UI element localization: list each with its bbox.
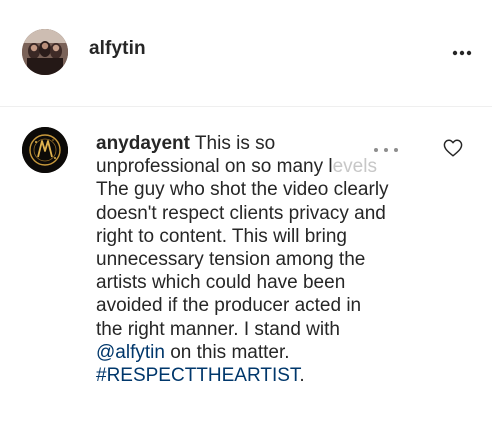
dot bbox=[394, 148, 398, 152]
comment-line-11: #RESPECTTHEARTIST. bbox=[96, 364, 432, 387]
comment-line-10: @alfytin on this matter. bbox=[96, 341, 432, 364]
instagram-post-frame: alfytin anydayent This is so unprofessio… bbox=[0, 0, 492, 424]
dot bbox=[384, 148, 388, 152]
comment-line-5: right to content. This will bring bbox=[96, 225, 347, 247]
comment-line-6: unnecessary tension among the bbox=[96, 249, 366, 271]
comment-line-3: The guy who shot the video clearly bbox=[96, 179, 389, 201]
author-avatar[interactable] bbox=[22, 29, 68, 75]
post-author-username[interactable]: alfytin bbox=[89, 38, 146, 60]
commenter-logo-icon bbox=[22, 127, 68, 173]
comment-options-icon[interactable] bbox=[374, 148, 400, 156]
comment-line-7: artists which could have been bbox=[96, 272, 346, 294]
comment-line-4: doesn't respect clients privacy and bbox=[96, 202, 386, 224]
more-options-icon[interactable] bbox=[448, 40, 476, 64]
comment-line-9: the right manner. I stand with bbox=[96, 318, 340, 340]
commenter-username[interactable]: anydayent bbox=[96, 133, 190, 154]
commenter-avatar[interactable] bbox=[22, 127, 68, 173]
post-header: alfytin bbox=[0, 0, 492, 107]
comment-text-segment: This is so bbox=[194, 133, 276, 154]
comment-line-2: unprofessional on so many levels bbox=[96, 155, 432, 178]
comment-text: anydayent This is so unprofessional on s… bbox=[96, 132, 432, 387]
comment-text-segment: on this matter. bbox=[164, 341, 290, 363]
comment-faded-text: evels bbox=[332, 156, 377, 178]
comment-text-segment: unprofessional on so many l bbox=[96, 156, 333, 178]
comment-line-8: avoided if the producer acted in bbox=[96, 295, 362, 317]
dot bbox=[374, 148, 378, 152]
like-comment-heart-icon[interactable] bbox=[443, 139, 463, 157]
author-avatar-photo bbox=[22, 29, 68, 75]
comment-text-segment: . bbox=[299, 365, 305, 387]
hashtag-link[interactable]: #RESPECTTHEARTIST bbox=[96, 365, 299, 386]
mention-link[interactable]: @alfytin bbox=[96, 342, 165, 363]
